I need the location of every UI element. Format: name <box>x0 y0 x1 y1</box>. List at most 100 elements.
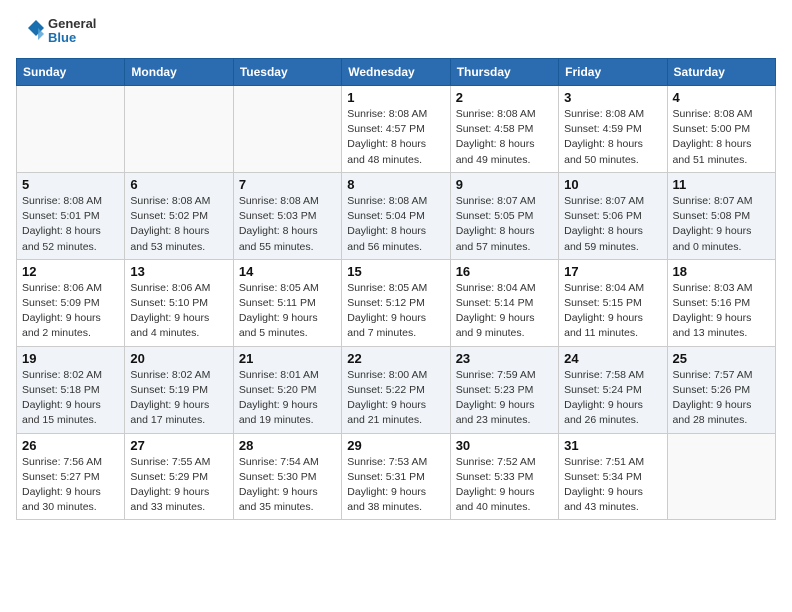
day-number: 27 <box>130 438 227 453</box>
day-info: Sunrise: 8:03 AMSunset: 5:16 PMDaylight:… <box>673 281 770 342</box>
day-info: Sunrise: 8:05 AMSunset: 5:11 PMDaylight:… <box>239 281 336 342</box>
logo: General Blue <box>16 16 96 46</box>
day-header-monday: Monday <box>125 59 233 86</box>
day-header-sunday: Sunday <box>17 59 125 86</box>
day-number: 5 <box>22 177 119 192</box>
calendar-cell: 1Sunrise: 8:08 AMSunset: 4:57 PMDaylight… <box>342 86 450 173</box>
calendar-cell: 3 Sunrise: 8:08 AMSunset: 4:59 PMDaylight… <box>559 86 667 173</box>
day-number: 13 <box>130 264 227 279</box>
calendar-cell <box>667 433 775 520</box>
day-number: 2 <box>456 90 553 105</box>
day-info: Sunrise: 7:51 AMSunset: 5:34 PMDaylight:… <box>564 455 661 516</box>
day-number: 26 <box>22 438 119 453</box>
day-number: 24 <box>564 351 661 366</box>
calendar-cell <box>125 86 233 173</box>
day-info: Sunrise: 8:08 AMSunset: 5:00 PMDaylight:… <box>673 107 770 168</box>
day-number: 20 <box>130 351 227 366</box>
calendar-cell <box>17 86 125 173</box>
day-info: Sunrise: 8:02 AMSunset: 5:19 PMDaylight:… <box>130 368 227 429</box>
calendar-cell: 15 Sunrise: 8:05 AMSunset: 5:12 PMDayligh… <box>342 259 450 346</box>
day-info: Sunrise: 8:02 AMSunset: 5:18 PMDaylight:… <box>22 368 119 429</box>
day-info: Sunrise: 8:08 AMSunset: 5:02 PMDaylight:… <box>130 194 227 255</box>
day-info: Sunrise: 8:08 AMSunset: 4:58 PMDaylight:… <box>456 107 553 168</box>
day-number: 29 <box>347 438 444 453</box>
day-number: 15 <box>347 264 444 279</box>
calendar-cell <box>233 86 341 173</box>
calendar-cell: 7Sunrise: 8:08 AMSunset: 5:03 PMDaylight… <box>233 172 341 259</box>
day-info: Sunrise: 8:06 AMSunset: 5:09 PMDaylight:… <box>22 281 119 342</box>
day-number: 21 <box>239 351 336 366</box>
day-number: 6 <box>130 177 227 192</box>
calendar-cell: 22Sunrise: 8:00 AMSunset: 5:22 PMDayligh… <box>342 346 450 433</box>
calendar-cell: 16Sunrise: 8:04 AMSunset: 5:14 PMDayligh… <box>450 259 558 346</box>
calendar-cell: 9Sunrise: 8:07 AMSunset: 5:05 PMDaylight… <box>450 172 558 259</box>
calendar-cell: 31 Sunrise: 7:51 AMSunset: 5:34 PMDayligh… <box>559 433 667 520</box>
day-header-friday: Friday <box>559 59 667 86</box>
calendar-cell: 29 Sunrise: 7:53 AMSunset: 5:31 PMDayligh… <box>342 433 450 520</box>
day-header-tuesday: Tuesday <box>233 59 341 86</box>
logo-line1: General <box>48 17 96 31</box>
day-info: Sunrise: 8:01 AMSunset: 5:20 PMDaylight:… <box>239 368 336 429</box>
calendar-cell: 20 Sunrise: 8:02 AMSunset: 5:19 PMDayligh… <box>125 346 233 433</box>
day-info: Sunrise: 8:05 AMSunset: 5:12 PMDaylight:… <box>347 281 444 342</box>
calendar-cell: 11 Sunrise: 8:07 AMSunset: 5:08 PMDayligh… <box>667 172 775 259</box>
day-info: Sunrise: 8:08 AMSunset: 4:59 PMDaylight:… <box>564 107 661 168</box>
day-number: 3 <box>564 90 661 105</box>
calendar-cell: 2 Sunrise: 8:08 AMSunset: 4:58 PMDaylight… <box>450 86 558 173</box>
day-number: 30 <box>456 438 553 453</box>
day-header-saturday: Saturday <box>667 59 775 86</box>
calendar-table: SundayMondayTuesdayWednesdayThursdayFrid… <box>16 58 776 520</box>
day-number: 17 <box>564 264 661 279</box>
calendar-cell: 17 Sunrise: 8:04 AMSunset: 5:15 PMDayligh… <box>559 259 667 346</box>
day-info: Sunrise: 7:57 AMSunset: 5:26 PMDaylight:… <box>673 368 770 429</box>
calendar-cell: 6 Sunrise: 8:08 AMSunset: 5:02 PMDaylight… <box>125 172 233 259</box>
day-number: 7 <box>239 177 336 192</box>
calendar-cell: 13 Sunrise: 8:06 AMSunset: 5:10 PMDayligh… <box>125 259 233 346</box>
calendar-week-3: 12Sunrise: 8:06 AMSunset: 5:09 PMDayligh… <box>17 259 776 346</box>
calendar-week-4: 19 Sunrise: 8:02 AMSunset: 5:18 PMDayligh… <box>17 346 776 433</box>
day-number: 8 <box>347 177 444 192</box>
day-info: Sunrise: 7:53 AMSunset: 5:31 PMDaylight:… <box>347 455 444 516</box>
calendar-cell: 18 Sunrise: 8:03 AMSunset: 5:16 PMDayligh… <box>667 259 775 346</box>
calendar-cell: 12Sunrise: 8:06 AMSunset: 5:09 PMDayligh… <box>17 259 125 346</box>
day-info: Sunrise: 8:08 AMSunset: 5:01 PMDaylight:… <box>22 194 119 255</box>
calendar-cell: 26 Sunrise: 7:56 AMSunset: 5:27 PMDayligh… <box>17 433 125 520</box>
day-info: Sunrise: 7:56 AMSunset: 5:27 PMDaylight:… <box>22 455 119 516</box>
day-number: 14 <box>239 264 336 279</box>
calendar-body: 1Sunrise: 8:08 AMSunset: 4:57 PMDaylight… <box>17 86 776 520</box>
calendar-cell: 25Sunrise: 7:57 AMSunset: 5:26 PMDayligh… <box>667 346 775 433</box>
calendar-cell: 27 Sunrise: 7:55 AMSunset: 5:29 PMDayligh… <box>125 433 233 520</box>
day-header-thursday: Thursday <box>450 59 558 86</box>
calendar-cell: 19 Sunrise: 8:02 AMSunset: 5:18 PMDayligh… <box>17 346 125 433</box>
day-number: 18 <box>673 264 770 279</box>
day-info: Sunrise: 7:59 AMSunset: 5:23 PMDaylight:… <box>456 368 553 429</box>
calendar-week-1: 1Sunrise: 8:08 AMSunset: 4:57 PMDaylight… <box>17 86 776 173</box>
logo-line2: Blue <box>48 31 96 45</box>
day-number: 11 <box>673 177 770 192</box>
day-info: Sunrise: 8:07 AMSunset: 5:08 PMDaylight:… <box>673 194 770 255</box>
day-info: Sunrise: 8:08 AMSunset: 5:04 PMDaylight:… <box>347 194 444 255</box>
calendar-header: SundayMondayTuesdayWednesdayThursdayFrid… <box>17 59 776 86</box>
day-number: 4 <box>673 90 770 105</box>
calendar-cell: 24 Sunrise: 7:58 AMSunset: 5:24 PMDayligh… <box>559 346 667 433</box>
calendar-week-5: 26 Sunrise: 7:56 AMSunset: 5:27 PMDayligh… <box>17 433 776 520</box>
day-number: 19 <box>22 351 119 366</box>
day-number: 10 <box>564 177 661 192</box>
day-info: Sunrise: 8:07 AMSunset: 5:05 PMDaylight:… <box>456 194 553 255</box>
day-info: Sunrise: 8:00 AMSunset: 5:22 PMDaylight:… <box>347 368 444 429</box>
calendar-cell: 5 Sunrise: 8:08 AMSunset: 5:01 PMDaylight… <box>17 172 125 259</box>
day-info: Sunrise: 8:04 AMSunset: 5:15 PMDaylight:… <box>564 281 661 342</box>
day-info: Sunrise: 7:55 AMSunset: 5:29 PMDaylight:… <box>130 455 227 516</box>
day-info: Sunrise: 7:58 AMSunset: 5:24 PMDaylight:… <box>564 368 661 429</box>
calendar-cell: 4 Sunrise: 8:08 AMSunset: 5:00 PMDaylight… <box>667 86 775 173</box>
day-number: 16 <box>456 264 553 279</box>
calendar-cell: 30 Sunrise: 7:52 AMSunset: 5:33 PMDayligh… <box>450 433 558 520</box>
day-info: Sunrise: 7:52 AMSunset: 5:33 PMDaylight:… <box>456 455 553 516</box>
day-header-wednesday: Wednesday <box>342 59 450 86</box>
calendar-cell: 14 Sunrise: 8:05 AMSunset: 5:11 PMDayligh… <box>233 259 341 346</box>
day-info: Sunrise: 8:06 AMSunset: 5:10 PMDaylight:… <box>130 281 227 342</box>
day-info: Sunrise: 8:07 AMSunset: 5:06 PMDaylight:… <box>564 194 661 255</box>
calendar-cell: 8 Sunrise: 8:08 AMSunset: 5:04 PMDaylight… <box>342 172 450 259</box>
page-header: General Blue <box>16 16 776 46</box>
day-number: 31 <box>564 438 661 453</box>
